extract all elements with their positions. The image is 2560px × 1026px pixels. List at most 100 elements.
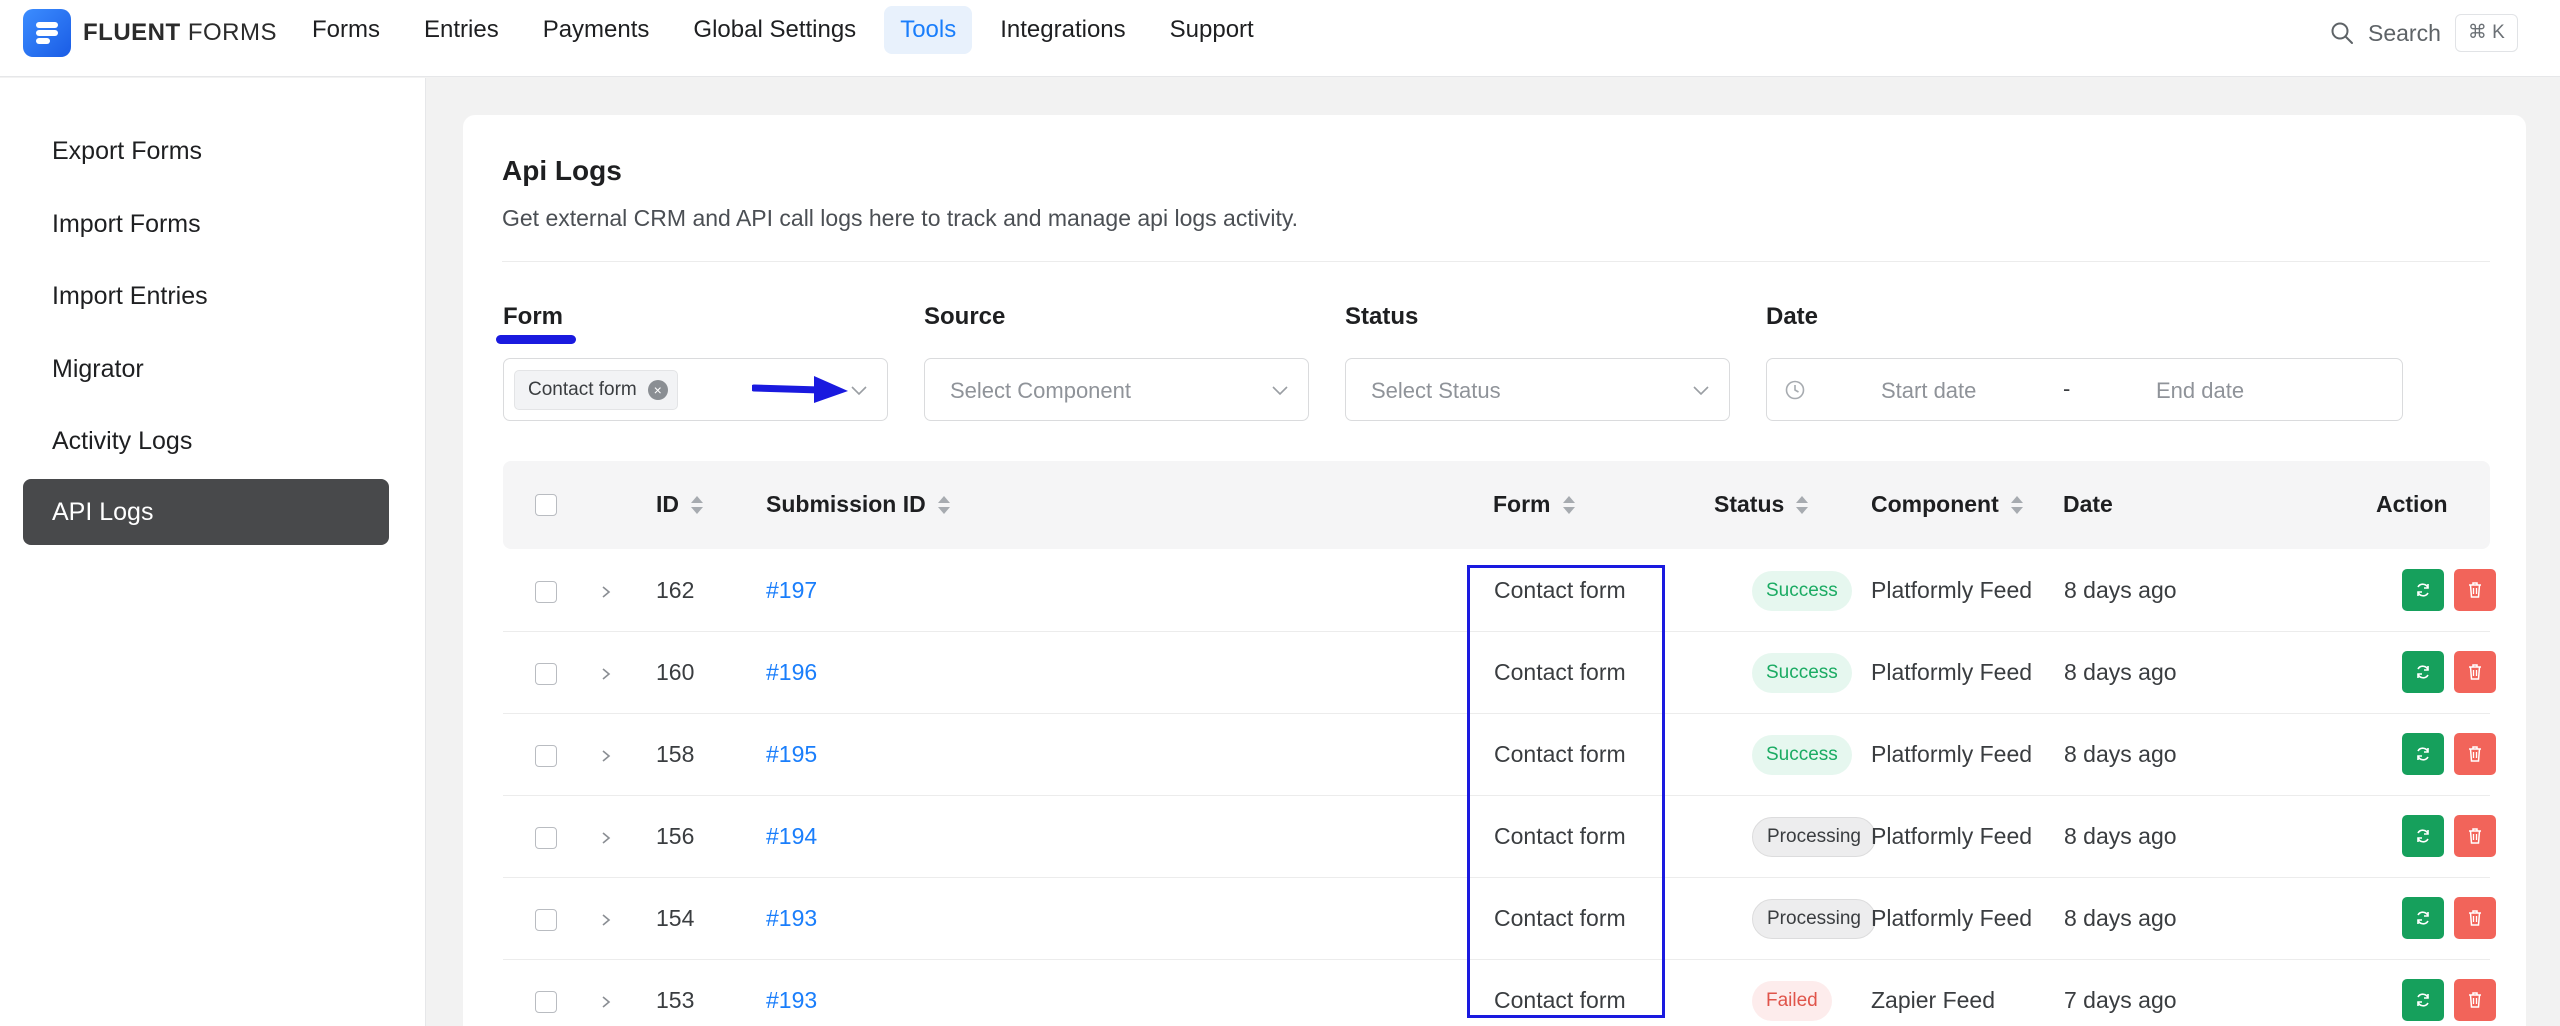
status-badge: Failed [1752, 981, 1832, 1021]
chevron-right-icon[interactable] [598, 828, 614, 848]
row-checkbox[interactable] [535, 581, 557, 603]
chevron-right-icon[interactable] [598, 910, 614, 930]
row-component: Zapier Feed [1871, 987, 1996, 1013]
end-date-input[interactable]: End date [2156, 378, 2244, 404]
selected-form-tag-label: Contact form [528, 379, 637, 400]
form-filter-label: Form [503, 303, 563, 330]
row-id: 153 [656, 987, 695, 1013]
nav-global-settings[interactable]: Global Settings [677, 6, 872, 54]
chevron-down-icon [851, 386, 867, 396]
row-checkbox[interactable] [535, 909, 557, 931]
chevron-down-icon [1693, 386, 1709, 396]
form-select[interactable]: Contact form × [503, 358, 888, 421]
column-header-id[interactable]: ID [656, 491, 703, 518]
submission-link[interactable]: #196 [766, 659, 817, 686]
row-date: 8 days ago [2064, 659, 2177, 685]
nav-tools[interactable]: Tools [884, 6, 973, 54]
divider [502, 261, 2490, 262]
chevron-right-icon[interactable] [598, 746, 614, 766]
trash-icon [2469, 582, 2481, 598]
date-range-picker[interactable]: Start date - End date [1766, 358, 2403, 421]
search-button[interactable]: Search ⌘ K [2330, 14, 2518, 52]
trash-icon [2469, 664, 2481, 680]
column-header-submission-id[interactable]: Submission ID [766, 491, 950, 518]
sidebar-item-export-forms[interactable]: Export Forms [23, 118, 389, 184]
chevron-right-icon[interactable] [598, 582, 614, 602]
row-date: 8 days ago [2064, 823, 2177, 849]
status-badge: Success [1752, 653, 1852, 693]
page-title: Api Logs [502, 155, 622, 186]
row-id: 158 [656, 741, 695, 767]
status-badge: Success [1752, 735, 1852, 775]
submission-link[interactable]: #193 [766, 905, 817, 932]
remove-tag-icon[interactable]: × [647, 380, 668, 400]
row-date: 8 days ago [2064, 577, 2177, 603]
retry-button[interactable] [2402, 651, 2444, 693]
retry-button[interactable] [2402, 897, 2444, 939]
trash-icon [2469, 746, 2481, 762]
retry-button[interactable] [2402, 815, 2444, 857]
annotation-arrow-icon [752, 376, 848, 403]
row-checkbox[interactable] [535, 663, 557, 685]
delete-button[interactable] [2454, 897, 2496, 939]
submission-link[interactable]: #194 [766, 823, 817, 850]
page-subtitle: Get external CRM and API call logs here … [502, 205, 1299, 231]
sidebar-item-import-entries[interactable]: Import Entries [23, 263, 389, 329]
sidebar-item-migrator[interactable]: Migrator [23, 336, 389, 402]
column-header-status[interactable]: Status [1714, 491, 1809, 518]
delete-button[interactable] [2454, 979, 2496, 1021]
row-checkbox[interactable] [535, 745, 557, 767]
row-checkbox[interactable] [535, 827, 557, 849]
retry-button[interactable] [2402, 733, 2444, 775]
status-badge: Processing [1752, 899, 1876, 939]
delete-button[interactable] [2454, 815, 2496, 857]
sidebar-item-api-logs[interactable]: API Logs [23, 479, 389, 545]
sidebar-item-import-forms[interactable]: Import Forms [23, 191, 389, 257]
column-header-action: Action [2376, 491, 2448, 517]
status-filter-label: Status [1345, 303, 1419, 330]
column-header-date: Date [2063, 491, 2113, 517]
start-date-input[interactable]: Start date [1881, 378, 1976, 404]
sort-icon [1562, 495, 1575, 515]
row-component: Platformly Feed [1871, 741, 2033, 767]
refresh-icon [2417, 583, 2429, 597]
search-label: Search [2368, 19, 2441, 46]
refresh-icon [2417, 665, 2429, 679]
sort-icon [937, 495, 950, 515]
submission-link[interactable]: #197 [766, 577, 817, 604]
source-select-placeholder: Select Component [950, 378, 1131, 403]
selected-form-tag: Contact form × [514, 370, 678, 410]
table-header: ID Submission ID Form Status Component D… [503, 461, 2490, 549]
select-all-checkbox[interactable] [535, 494, 557, 516]
nav-entries[interactable]: Entries [408, 6, 515, 54]
source-select[interactable]: Select Component [924, 358, 1309, 421]
app-name: FLUENT FORMS [83, 19, 277, 46]
submission-link[interactable]: #195 [766, 741, 817, 768]
trash-icon [2469, 910, 2481, 926]
delete-button[interactable] [2454, 651, 2496, 693]
nav-support[interactable]: Support [1154, 6, 1270, 54]
nav-forms[interactable]: Forms [296, 6, 396, 54]
submission-link[interactable]: #193 [766, 987, 817, 1014]
row-checkbox[interactable] [535, 991, 557, 1013]
refresh-icon [2417, 911, 2429, 925]
chevron-right-icon[interactable] [598, 664, 614, 684]
column-header-component[interactable]: Component [1871, 491, 2023, 518]
sidebar-item-activity-logs[interactable]: Activity Logs [23, 408, 389, 474]
nav-payments[interactable]: Payments [527, 6, 666, 54]
chevron-right-icon[interactable] [598, 992, 614, 1012]
row-id: 160 [656, 659, 695, 685]
retry-button[interactable] [2402, 979, 2444, 1021]
delete-button[interactable] [2454, 733, 2496, 775]
refresh-icon [2417, 747, 2429, 761]
app-logo[interactable]: FLUENT FORMS [23, 9, 277, 57]
status-select[interactable]: Select Status [1345, 358, 1730, 421]
retry-button[interactable] [2402, 569, 2444, 611]
column-header-form[interactable]: Form [1493, 491, 1575, 518]
date-separator: - [2063, 376, 2071, 401]
nav-integrations[interactable]: Integrations [984, 6, 1141, 54]
status-badge: Success [1752, 571, 1852, 611]
row-component: Platformly Feed [1871, 659, 2033, 685]
refresh-icon [2417, 829, 2429, 843]
delete-button[interactable] [2454, 569, 2496, 611]
